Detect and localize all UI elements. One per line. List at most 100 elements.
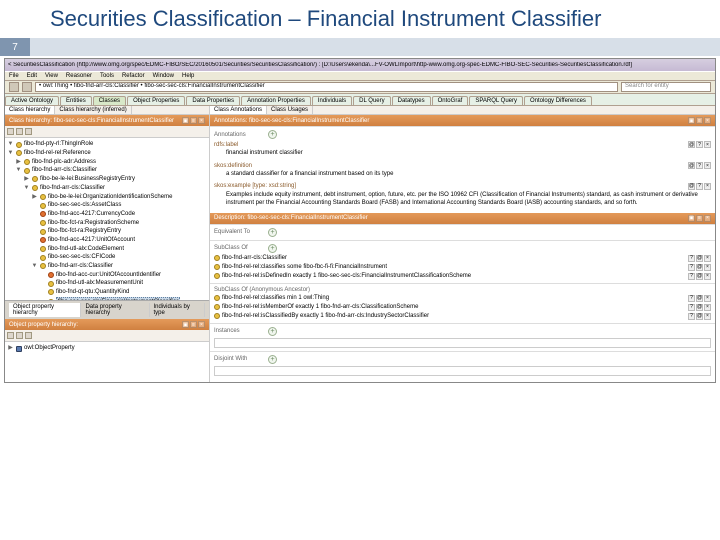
restriction-row[interactable]: fibo-fnd-rel-rel:classifies some fibo-fb… <box>214 263 711 272</box>
menu-file[interactable]: File <box>9 73 19 79</box>
subtab-individuals-by-type[interactable]: Individuals by type <box>150 303 206 317</box>
pane-pin-icon[interactable]: ▣ <box>688 117 695 124</box>
annotation-ctrl-icon[interactable]: × <box>704 183 711 190</box>
delete-button[interactable] <box>25 128 32 135</box>
restriction-row[interactable]: fibo-fnd-rel-rel:isDefinedIn exactly 1 f… <box>214 272 711 281</box>
tree-expander-icon[interactable]: ▶ <box>31 193 38 202</box>
restriction-ctrl-icon[interactable]: ? <box>688 255 695 262</box>
tree-item[interactable]: fibo-fbc-fct-ra:RegistryEntry <box>7 227 207 236</box>
tree-item[interactable]: fibo-fnd-qt-qtu:QuantityKind <box>7 288 207 297</box>
delete-button[interactable] <box>25 332 32 339</box>
add-child-button[interactable] <box>16 128 23 135</box>
restriction-ctrl-icon[interactable]: × <box>704 313 711 320</box>
tree-item[interactable]: fibo-fnd-acc-4217:UnitOfAccount <box>7 236 207 245</box>
tree-expander-icon[interactable]: ▼ <box>7 140 14 149</box>
add-sibling-button[interactable] <box>7 332 14 339</box>
search-input[interactable]: Search for entity <box>621 82 711 92</box>
tree-item[interactable]: ▶fibo-fnd-plc-adr:Address <box>7 158 207 167</box>
restriction-row[interactable]: fibo-fnd-rel-rel:isMemberOf exactly 1 fi… <box>214 303 711 312</box>
pane-pin-icon[interactable]: ▣ <box>182 321 189 328</box>
tree-expander-icon[interactable]: ▶ <box>15 158 22 167</box>
subtab-class-usages[interactable]: Class Usages <box>267 106 313 114</box>
menu-reasoner[interactable]: Reasoner <box>66 73 92 79</box>
annotation-ctrl-icon[interactable]: ? <box>696 141 703 148</box>
menu-refactor[interactable]: Refactor <box>122 73 145 79</box>
tab-object-properties[interactable]: Object Properties <box>127 96 185 105</box>
tree-item[interactable]: ▶fibo-be-le-lei:BusinessRegistryEntry <box>7 175 207 184</box>
pane-menu-icon[interactable]: ≡ <box>696 215 703 222</box>
annotation-ctrl-icon[interactable]: @ <box>688 162 695 169</box>
pane-close-icon[interactable]: × <box>198 117 205 124</box>
menu-tools[interactable]: Tools <box>100 73 114 79</box>
tab-ontology-differences[interactable]: Ontology Differences <box>524 96 592 105</box>
annotation-ctrl-icon[interactable]: @ <box>688 183 695 190</box>
tab-datatypes[interactable]: Datatypes <box>392 96 431 105</box>
tab-annotation-properties[interactable]: Annotation Properties <box>241 96 311 105</box>
tree-item[interactable]: ▶fibo-be-le-lei:OrganizationIdentificati… <box>7 193 207 202</box>
tree-item[interactable]: fibo-fnd-utl-alx:CodeElement <box>7 245 207 254</box>
restriction-ctrl-icon[interactable]: @ <box>696 273 703 280</box>
class-tree[interactable]: ▼fibo-fnd-pty-rl:ThingInRole▼fibo-fnd-re… <box>5 138 209 300</box>
annotation-ctrl-icon[interactable]: @ <box>688 141 695 148</box>
pane-pin-icon[interactable]: ▣ <box>182 117 189 124</box>
obj-prop-root[interactable]: owl:ObjectProperty <box>24 344 75 353</box>
restriction-ctrl-icon[interactable]: @ <box>696 304 703 311</box>
restriction-row[interactable]: fibo-fnd-rel-rel:classifies min 1 owl:Th… <box>214 294 711 303</box>
tree-item[interactable]: fibo-sec-sec-cls:CFICode <box>7 253 207 262</box>
restriction-ctrl-icon[interactable]: @ <box>696 264 703 271</box>
tree-item[interactable]: ▼fibo-fnd-rel-rel:Reference <box>7 149 207 158</box>
add-subclass-button[interactable]: + <box>268 244 277 253</box>
pane-menu-icon[interactable]: ≡ <box>190 321 197 328</box>
menu-view[interactable]: View <box>45 73 58 79</box>
subtab-class-hierarchy[interactable]: Class hierarchy <box>5 106 55 114</box>
tab-dl-query[interactable]: DL Query <box>353 96 390 105</box>
add-sibling-button[interactable] <box>7 128 14 135</box>
restriction-row[interactable]: fibo-fnd-rel-rel:isClassifiedBy exactly … <box>214 312 711 321</box>
restriction-ctrl-icon[interactable]: × <box>704 273 711 280</box>
subtab-class-annotations[interactable]: Class Annotations <box>210 106 267 114</box>
restriction-ctrl-icon[interactable]: × <box>704 264 711 271</box>
tree-item[interactable]: ▼fibo-fnd-arr-cls:Classifier <box>7 184 207 193</box>
menu-edit[interactable]: Edit <box>27 73 37 79</box>
restriction-ctrl-icon[interactable]: @ <box>696 255 703 262</box>
restriction-ctrl-icon[interactable]: @ <box>696 295 703 302</box>
tab-sparql-query[interactable]: SPARQL Query <box>469 96 523 105</box>
entity-path[interactable]: • owl:Thing • fibo-fnd-arr-cls:Classifie… <box>35 82 618 92</box>
tab-data-properties[interactable]: Data Properties <box>186 96 240 105</box>
add-child-button[interactable] <box>16 332 23 339</box>
tree-item[interactable]: fibo-fnd-acc-4217:CurrencyCode <box>7 210 207 219</box>
add-instance-button[interactable]: + <box>268 327 277 336</box>
tree-item[interactable]: fibo-sec-sec-cls:AssetClass <box>7 201 207 210</box>
add-equivalent-button[interactable]: + <box>268 228 277 237</box>
menu-help[interactable]: Help <box>182 73 194 79</box>
restriction-ctrl-icon[interactable]: × <box>704 255 711 262</box>
restriction-row[interactable]: fibo-fnd-arr-cls:Classifier?@× <box>214 254 711 263</box>
back-button[interactable] <box>9 82 19 92</box>
annotation-ctrl-icon[interactable]: × <box>704 141 711 148</box>
pane-pin-icon[interactable]: ▣ <box>688 215 695 222</box>
tree-item[interactable]: fibo-fnd-acc-cur:UnitOfAccountIdentifier <box>7 271 207 280</box>
tab-ontograf[interactable]: OntoGraf <box>432 96 469 105</box>
subtab-class-hierarchy-inferred-[interactable]: Class hierarchy (inferred) <box>55 106 131 114</box>
tree-expander-icon[interactable]: ▼ <box>23 184 30 193</box>
tree-item[interactable]: fibo-fnd-utl-alx:MeasurementUnit <box>7 279 207 288</box>
restriction-ctrl-icon[interactable]: × <box>704 304 711 311</box>
tree-expander-icon[interactable]: ▼ <box>7 149 14 158</box>
pane-menu-icon[interactable]: ≡ <box>190 117 197 124</box>
tab-classes[interactable]: Classes <box>93 96 126 105</box>
menu-window[interactable]: Window <box>153 73 174 79</box>
restriction-ctrl-icon[interactable]: ? <box>688 295 695 302</box>
restriction-ctrl-icon[interactable]: ? <box>688 304 695 311</box>
tab-individuals[interactable]: Individuals <box>312 96 352 105</box>
forward-button[interactable] <box>22 82 32 92</box>
tree-expander-icon[interactable]: ▶ <box>23 175 30 184</box>
subtab-object-property-hierarchy[interactable]: Object property hierarchy <box>9 303 81 317</box>
pane-close-icon[interactable]: × <box>704 215 711 222</box>
annotation-ctrl-icon[interactable]: × <box>704 162 711 169</box>
tree-expander-icon[interactable]: ▼ <box>31 262 38 271</box>
object-property-tree[interactable]: ▶owl:ObjectProperty <box>5 342 209 382</box>
restriction-ctrl-icon[interactable]: ? <box>688 273 695 280</box>
tree-item[interactable]: fibo-fbc-fct-ra:RegistrationScheme <box>7 219 207 228</box>
restriction-ctrl-icon[interactable]: ? <box>688 264 695 271</box>
tab-active-ontology[interactable]: Active Ontology <box>5 96 59 105</box>
